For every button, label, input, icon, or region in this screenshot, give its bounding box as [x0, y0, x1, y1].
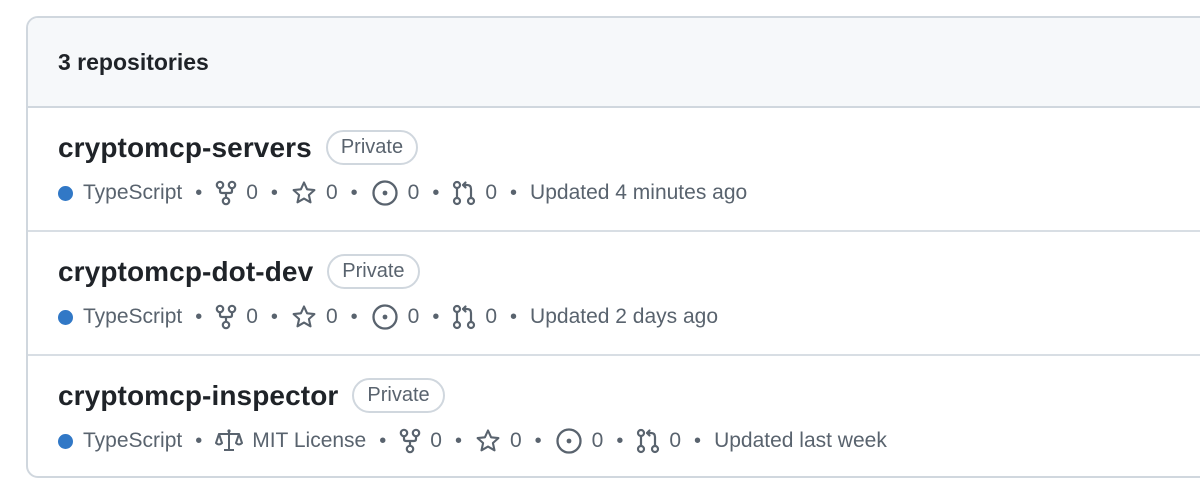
pull-request-icon — [453, 304, 476, 330]
language-label: TypeScript — [83, 429, 183, 452]
forks-count: 0 — [246, 305, 258, 328]
separator: • — [195, 429, 203, 452]
forks-count: 0 — [246, 181, 258, 204]
forks-count: 0 — [430, 429, 442, 452]
repository-meta: TypeScript • 0 • 0 • 0 • 0 • Upda — [58, 300, 718, 334]
issues-link[interactable]: 0 — [371, 303, 420, 331]
issues-link[interactable]: 0 — [555, 427, 604, 455]
separator: • — [510, 305, 518, 328]
star-icon — [476, 429, 500, 452]
separator: • — [534, 429, 542, 452]
language-color-dot — [58, 433, 73, 449]
repository-list: 3 repositories cryptomcp-servers Private… — [26, 16, 1200, 478]
star-icon — [292, 181, 316, 204]
forks-link[interactable]: 0 — [215, 180, 258, 206]
separator: • — [694, 429, 702, 452]
language: TypeScript — [58, 181, 182, 205]
separator: • — [616, 429, 624, 452]
issues-count: 0 — [591, 429, 604, 452]
pull-request-icon — [453, 180, 476, 206]
separator: • — [195, 181, 203, 204]
separator: • — [454, 429, 462, 452]
license-label: MIT License — [252, 429, 367, 452]
language-label: TypeScript — [83, 181, 183, 204]
repository-title-line: cryptomcp-inspector Private — [58, 378, 445, 413]
visibility-badge: Private — [325, 130, 419, 165]
stars-count: 0 — [325, 305, 338, 328]
separator: • — [510, 181, 518, 204]
issue-icon — [371, 180, 398, 206]
repository-row: cryptomcp-inspector Private TypeScript •… — [28, 356, 1200, 476]
repository-count: 3 repositories — [58, 48, 209, 75]
forks-link[interactable]: 0 — [215, 304, 258, 330]
repository-title-line: cryptomcp-dot-dev Private — [58, 254, 420, 289]
issue-icon — [556, 428, 582, 454]
separator: • — [270, 181, 278, 204]
language-color-dot — [58, 185, 73, 201]
issues-count: 0 — [407, 181, 420, 204]
separator: • — [195, 305, 203, 328]
separator: • — [432, 181, 440, 204]
forks-link[interactable]: 0 — [399, 428, 442, 454]
repository-meta: TypeScript • MIT License • 0 • 0 • 0 • 0… — [58, 424, 887, 458]
language-label: TypeScript — [83, 305, 183, 328]
repository-name-link[interactable]: cryptomcp-dot-dev — [58, 256, 313, 288]
language: TypeScript — [58, 305, 182, 329]
repository-row: cryptomcp-servers Private TypeScript • 0… — [28, 108, 1200, 232]
repository-title-line: cryptomcp-servers Private — [58, 130, 419, 165]
separator: • — [350, 181, 358, 204]
repository-name-link[interactable]: cryptomcp-inspector — [58, 380, 338, 412]
pull-requests-count: 0 — [485, 305, 498, 328]
license-link[interactable]: MIT License — [215, 428, 366, 454]
language: TypeScript — [58, 429, 182, 453]
issues-count: 0 — [407, 305, 420, 328]
repository-row: cryptomcp-dot-dev Private TypeScript • 0… — [28, 232, 1200, 356]
updated-time: Updated 4 minutes ago — [530, 181, 748, 204]
pull-requests-count: 0 — [669, 429, 682, 452]
fork-icon — [215, 180, 237, 206]
stars-link[interactable]: 0 — [475, 428, 522, 454]
star-icon — [292, 305, 316, 328]
language-color-dot — [58, 309, 73, 325]
fork-icon — [215, 304, 237, 330]
pull-requests-link[interactable]: 0 — [636, 428, 681, 454]
issues-link[interactable]: 0 — [371, 179, 420, 207]
issue-icon — [371, 304, 398, 330]
separator: • — [270, 305, 278, 328]
law-icon — [215, 429, 244, 451]
separator: • — [350, 305, 358, 328]
pull-requests-link[interactable]: 0 — [452, 304, 497, 330]
updated-time: Updated last week — [714, 429, 887, 452]
updated-time: Updated 2 days ago — [530, 305, 719, 328]
stars-count: 0 — [509, 429, 522, 452]
stars-count: 0 — [325, 181, 338, 204]
repository-name-link[interactable]: cryptomcp-servers — [58, 132, 312, 164]
pull-requests-link[interactable]: 0 — [452, 180, 497, 206]
pull-request-icon — [637, 428, 660, 454]
repository-meta: TypeScript • 0 • 0 • 0 • 0 • Upda — [58, 176, 747, 210]
visibility-badge: Private — [352, 378, 445, 413]
stars-link[interactable]: 0 — [291, 180, 338, 206]
stars-link[interactable]: 0 — [291, 304, 338, 330]
visibility-badge: Private — [327, 254, 420, 289]
fork-icon — [399, 428, 421, 454]
list-header: 3 repositories — [28, 18, 1200, 108]
separator: • — [379, 429, 387, 452]
pull-requests-count: 0 — [485, 181, 498, 204]
separator: • — [432, 305, 440, 328]
